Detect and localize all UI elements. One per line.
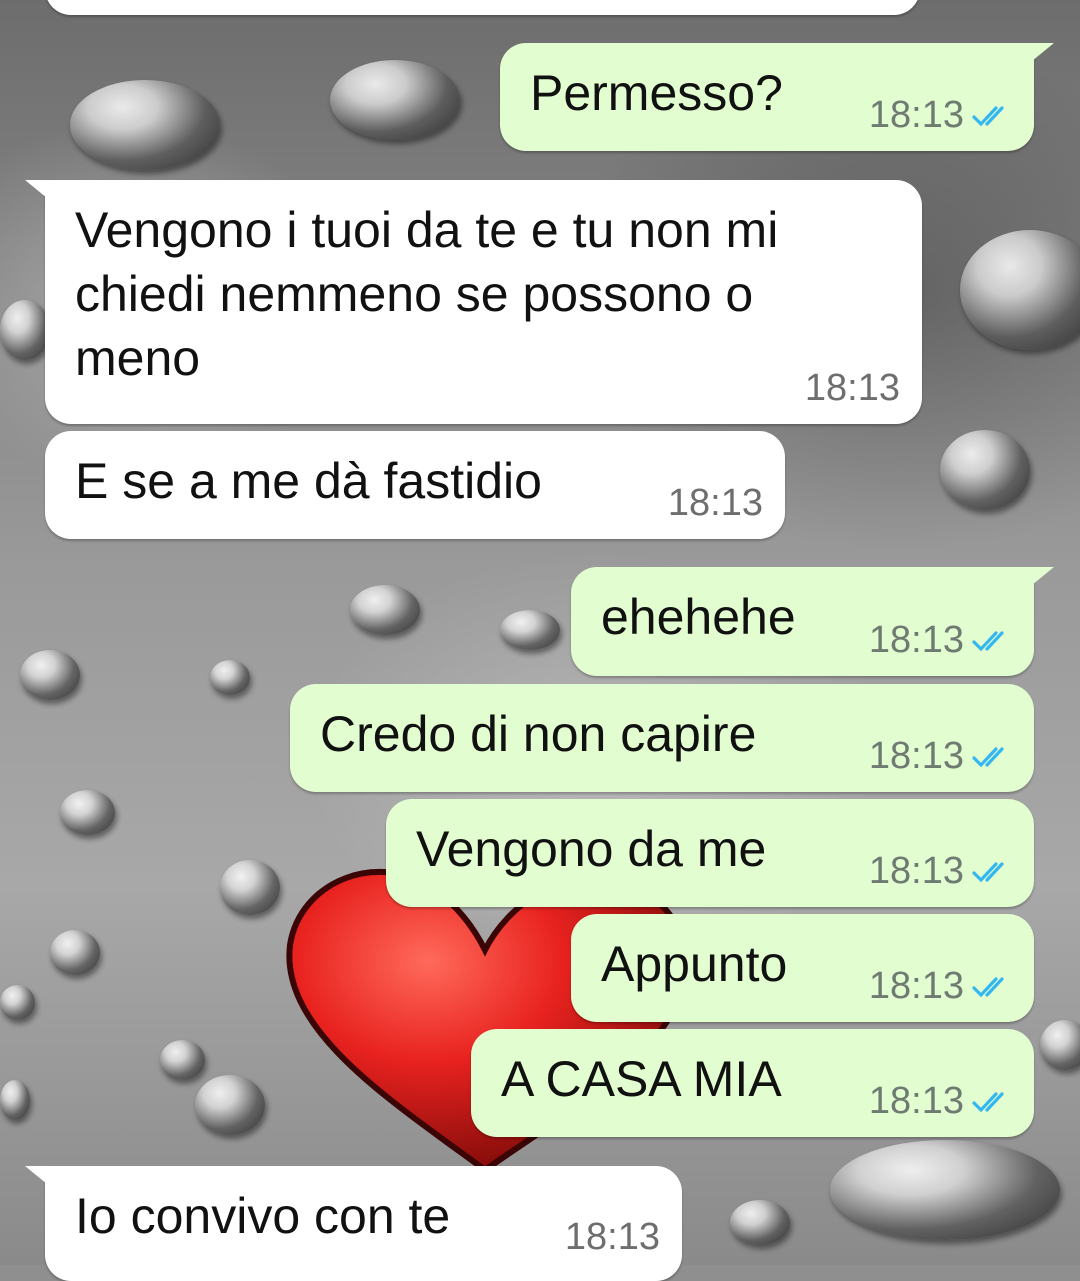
water-drop	[50, 930, 100, 975]
message-time: 18:13	[804, 367, 900, 409]
message-meta: 18:13	[869, 619, 1012, 662]
water-drop	[330, 60, 460, 140]
water-drop	[730, 1200, 790, 1245]
water-drop	[210, 660, 250, 695]
message-time: 18:13	[868, 1080, 964, 1122]
double-check-icon	[972, 1091, 1004, 1112]
message-time: 18:13	[868, 850, 964, 892]
water-drop	[1040, 1020, 1080, 1070]
water-drop	[940, 430, 1030, 510]
water-drop	[195, 1075, 265, 1135]
message-time: 18:13	[667, 482, 763, 524]
message-text: E se a me dà fastidio	[75, 453, 542, 509]
water-drop	[500, 610, 560, 650]
water-drop	[350, 585, 420, 635]
water-drop	[960, 230, 1080, 350]
water-drop	[830, 1140, 1060, 1240]
message-time: 18:13	[868, 619, 964, 661]
water-drop	[60, 790, 115, 835]
water-drop	[0, 985, 35, 1020]
water-drop	[160, 1040, 205, 1080]
message-bubble-outgoing[interactable]: Credo di non capire 18:13	[290, 684, 1034, 792]
message-text-line: chiedi nemmeno se possono o	[75, 266, 754, 322]
double-check-icon	[972, 630, 1004, 651]
message-bubble-outgoing[interactable]: A CASA MIA 18:13	[471, 1029, 1034, 1137]
message-text-line: Vengono i tuoi da te e tu non mi	[75, 202, 779, 258]
water-drop	[20, 650, 80, 700]
message-bubble-incoming[interactable]: Vengono i tuoi da te e tu non mi chiedi …	[25, 180, 922, 424]
double-check-icon	[972, 976, 1004, 997]
message-meta: 18:13	[565, 1216, 660, 1259]
message-bubble-partial[interactable]	[45, 0, 920, 15]
message-bubble-outgoing[interactable]: Vengono da me 18:13	[386, 799, 1034, 907]
message-bubble-incoming[interactable]: E se a me dà fastidio 18:13	[45, 431, 785, 539]
message-text-line: meno	[75, 330, 201, 386]
message-time: 18:13	[868, 94, 964, 136]
message-meta: 18:13	[869, 850, 1012, 893]
message-time: 18:13	[564, 1216, 660, 1258]
message-meta: 18:13	[869, 94, 1012, 137]
message-bubble-incoming[interactable]: Io convivo con te 18:13	[25, 1166, 682, 1281]
water-drop	[0, 300, 50, 360]
double-check-icon	[972, 746, 1004, 767]
message-meta: 18:13	[869, 965, 1012, 1008]
message-bubble-outgoing[interactable]: Appunto 18:13	[571, 914, 1034, 1022]
message-meta: 18:13	[668, 482, 763, 525]
message-bubble-outgoing[interactable]: ehehehe 18:13	[571, 567, 1054, 676]
water-drop	[0, 1080, 30, 1120]
message-bubble-outgoing[interactable]: Permesso? 18:13	[500, 43, 1054, 151]
double-check-icon	[972, 105, 1004, 126]
message-meta: 18:13	[869, 735, 1012, 778]
message-time: 18:13	[868, 735, 964, 777]
message-meta: 18:13	[805, 367, 900, 410]
message-meta: 18:13	[869, 1080, 1012, 1123]
message-time: 18:13	[868, 965, 964, 1007]
water-drop	[70, 80, 220, 170]
double-check-icon	[972, 861, 1004, 882]
